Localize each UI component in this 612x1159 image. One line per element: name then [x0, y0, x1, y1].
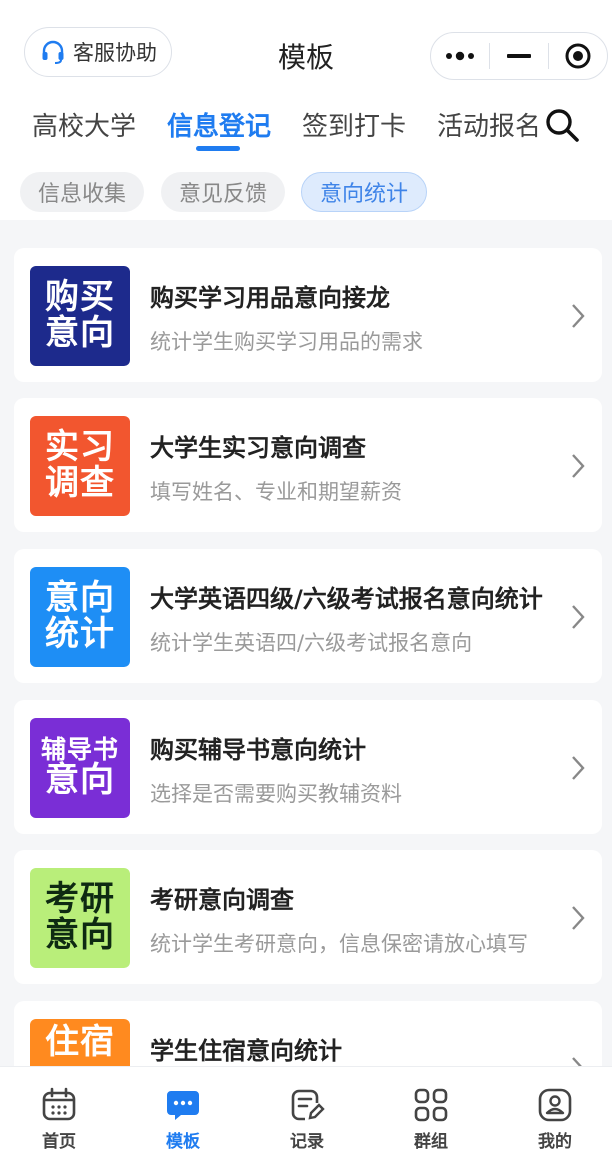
thumbnail-text: 实习 [45, 427, 115, 468]
bottom-nav: 首页 模板 记录 群组 我的 [0, 1066, 612, 1159]
more-options-button[interactable] [431, 33, 489, 79]
template-thumbnail: 购买 意向 [30, 266, 130, 366]
chevron-right-icon [572, 756, 585, 780]
nav-label: 我的 [538, 1132, 572, 1152]
nav-label: 记录 [290, 1132, 324, 1152]
profile-icon [538, 1088, 572, 1122]
template-description: 选择是否需要购买教辅资料 [150, 782, 402, 806]
thumbnail-text: 统计 [45, 614, 115, 654]
nav-home[interactable]: 首页 [0, 1067, 120, 1159]
chevron-right-icon [572, 454, 585, 478]
chip-intent-stats[interactable]: 意向统计 [301, 172, 428, 212]
template-thumbnail: 意向 统计 [30, 567, 130, 667]
template-card[interactable]: 考研 意向 考研意向调查 统计学生考研意向，信息保密请放心填写 [14, 850, 602, 984]
target-close-icon [565, 43, 591, 69]
nav-label: 群组 [414, 1132, 448, 1152]
search-icon[interactable] [544, 106, 580, 144]
thumbnail-text: 意向 [45, 313, 115, 353]
chevron-right-icon [572, 906, 585, 930]
calendar-icon [42, 1087, 76, 1121]
thumbnail-text: 意向 [45, 760, 115, 801]
thumbnail-text: 意向 [45, 578, 115, 619]
minimize-button[interactable] [490, 33, 548, 79]
template-description: 统计学生购买学习用品的需求 [150, 330, 423, 354]
template-description: 统计学生英语四/六级考试报名意向 [150, 631, 473, 655]
chip-info-collection[interactable]: 信息收集 [20, 172, 145, 212]
template-card[interactable]: 意向 统计 大学英语四级/六级考试报名意向统计 统计学生英语四/六级考试报名意向 [14, 549, 602, 683]
mini-program-capsule [430, 32, 608, 80]
thumbnail-text: 购买 [45, 277, 115, 318]
nav-label: 首页 [42, 1132, 76, 1152]
template-title: 大学英语四级/六级考试报名意向统计 [150, 585, 543, 613]
nav-profile[interactable]: 我的 [494, 1067, 612, 1159]
template-card[interactable]: 辅导书 意向 购买辅导书意向统计 选择是否需要购买教辅资料 [14, 700, 602, 834]
template-description: 统计学生考研意向，信息保密请放心填写 [150, 932, 528, 956]
thumbnail-text: 住宿 [45, 1022, 115, 1062]
chevron-right-icon [572, 605, 585, 629]
top-bar: 客服协助 模板 高校大学 信息登记 签到打卡 活动报名 信息收集 意见反馈 意向… [0, 0, 612, 220]
edit-note-icon [291, 1089, 325, 1121]
chevron-right-icon [572, 304, 585, 328]
template-description: 填写姓名、专业和期望薪资 [150, 480, 402, 504]
tab-info-registration[interactable]: 信息登记 [167, 106, 271, 143]
thumbnail-text: 调查 [45, 463, 115, 503]
template-card[interactable]: 实习 调查 大学生实习意向调查 填写姓名、专业和期望薪资 [14, 398, 602, 532]
template-title: 购买学习用品意向接龙 [150, 284, 390, 312]
template-thumbnail: 实习 调查 [30, 416, 130, 516]
more-dots-icon [446, 51, 474, 61]
nav-records[interactable]: 记录 [246, 1067, 368, 1159]
category-tabs: 高校大学 信息登记 签到打卡 活动报名 [0, 100, 612, 156]
chat-bubble-icon [167, 1091, 199, 1120]
tab-check-in[interactable]: 签到打卡 [302, 106, 406, 143]
thumbnail-text: 意向 [45, 915, 115, 955]
template-thumbnail: 考研 意向 [30, 868, 130, 968]
template-thumbnail: 辅导书 意向 [30, 718, 130, 818]
active-tab-indicator [196, 146, 240, 151]
nav-templates[interactable]: 模板 [122, 1067, 244, 1159]
template-title: 大学生实习意向调查 [150, 434, 366, 462]
template-title: 学生住宿意向统计 [150, 1037, 342, 1065]
template-title: 购买辅导书意向统计 [150, 736, 366, 764]
close-mini-program-button[interactable] [549, 33, 607, 79]
grid-icon [414, 1088, 448, 1122]
tab-universities[interactable]: 高校大学 [32, 106, 136, 143]
tab-event-signup[interactable]: 活动报名 [437, 106, 541, 143]
nav-groups[interactable]: 群组 [370, 1067, 492, 1159]
template-card[interactable]: 购买 意向 购买学习用品意向接龙 统计学生购买学习用品的需求 [14, 248, 602, 382]
nav-label: 模板 [166, 1132, 200, 1152]
chip-feedback[interactable]: 意见反馈 [161, 172, 286, 212]
thumbnail-text: 考研 [45, 879, 115, 920]
template-title: 考研意向调查 [150, 886, 294, 914]
minimize-icon [507, 54, 531, 58]
